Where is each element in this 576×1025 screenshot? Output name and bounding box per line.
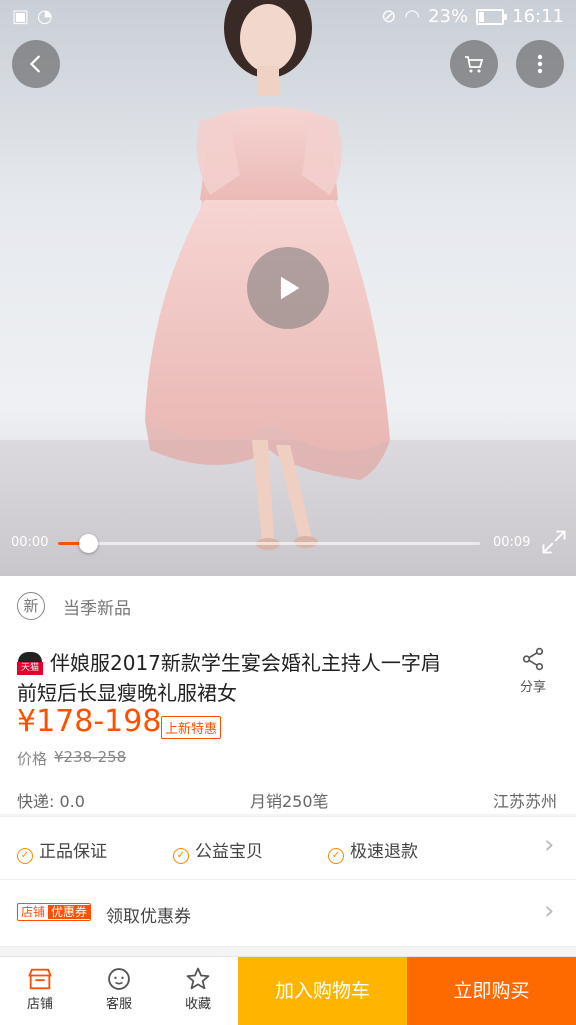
status-bar: ▣ ◔ ⊘ ◠ 23% 16:11 xyxy=(0,0,576,34)
mute-icon: ⊘ xyxy=(381,6,397,27)
chevron-right-icon: › xyxy=(544,830,555,860)
shipping-fee: 快递: 0.0 xyxy=(17,792,85,811)
video-progress-knob[interactable] xyxy=(78,534,98,553)
product-video[interactable]: ▣ ◔ ⊘ ◠ 23% 16:11 00:00 00:09 xyxy=(0,0,576,576)
original-price-label: 价格 xyxy=(17,750,48,768)
video-progress-track[interactable] xyxy=(58,534,480,553)
check-icon: ✓ xyxy=(328,847,344,864)
battery-level xyxy=(479,11,485,22)
store-button[interactable]: 店铺 xyxy=(0,957,80,1025)
chevron-right-icon: › xyxy=(544,896,555,926)
bottom-action-bar: 店铺 客服 收藏 加入购物车 立即购买 xyxy=(0,956,576,1025)
new-season-label: 当季新品 xyxy=(63,599,131,619)
store-label: 店铺 xyxy=(26,997,53,1012)
service-item-authentic: ✓ 正品保证 xyxy=(17,837,107,864)
back-button[interactable] xyxy=(12,40,60,88)
video-duration: 00:09 xyxy=(493,535,531,550)
share-label: 分享 xyxy=(519,680,546,695)
service-guarantees[interactable]: ✓ 正品保证 ✓ 公益宝贝 ✓ 极速退款 › xyxy=(0,816,576,880)
message-notification-icon: ◔ xyxy=(37,6,53,27)
coupon-label: 领取优惠券 xyxy=(106,907,191,927)
product-info: 天猫 伴娘服2017新款学生宴会婚礼主持人一字肩 前短后长显瘦晚礼服裙女 分享 … xyxy=(0,634,576,814)
service-label: 客服 xyxy=(105,997,132,1012)
share-button[interactable]: 分享 xyxy=(510,646,556,700)
promo-tag: 上新特惠 xyxy=(161,716,222,739)
product-title-line2: 前短后长显瘦晚礼服裙女 xyxy=(17,681,237,705)
buy-now-button[interactable]: 立即购买 xyxy=(407,957,576,1025)
coupon-tag-coupon: 优惠券 xyxy=(48,905,91,919)
price: ¥178-198 xyxy=(17,704,162,739)
add-to-cart-button[interactable]: 加入购物车 xyxy=(238,957,407,1025)
wifi-icon: ◠ xyxy=(404,6,421,27)
star-icon xyxy=(186,967,210,990)
more-vertical-icon xyxy=(537,54,543,74)
play-icon xyxy=(280,276,300,300)
service-item-fast-refund: ✓ 极速退款 xyxy=(328,837,418,864)
image-notification-icon: ▣ xyxy=(12,6,30,27)
cart-icon xyxy=(465,56,484,73)
service-item-charity: ✓ 公益宝贝 xyxy=(173,837,263,864)
new-season-row: 新 当季新品 xyxy=(0,576,576,635)
coupon-tag-store: 店铺 xyxy=(21,905,46,919)
cart-button[interactable] xyxy=(450,40,498,88)
chevron-left-icon xyxy=(29,55,40,73)
video-controls: 00:00 00:09 xyxy=(0,528,576,558)
tmall-badge-text: 天猫 xyxy=(17,662,43,675)
fullscreen-icon[interactable] xyxy=(540,528,568,556)
monthly-sales: 月销250笔 xyxy=(250,792,329,811)
favorite-label: 收藏 xyxy=(184,997,211,1012)
coupon-row[interactable]: 店铺 优惠券 领取优惠券 › xyxy=(0,880,576,947)
share-icon xyxy=(522,647,544,671)
battery-percent: 23% xyxy=(428,6,469,27)
coupon-tag: 店铺 优惠券 xyxy=(17,903,92,921)
store-icon xyxy=(28,968,52,990)
shipping-location: 江苏苏州 xyxy=(493,792,558,811)
original-price: ¥238-258 xyxy=(54,748,127,766)
product-title-line1: 伴娘服2017新款学生宴会婚礼主持人一字肩 xyxy=(50,651,441,675)
video-current-time: 00:00 xyxy=(11,535,49,550)
chat-icon xyxy=(108,968,130,990)
new-badge-icon: 新 xyxy=(17,592,45,620)
favorite-button[interactable]: 收藏 xyxy=(158,957,238,1025)
customer-service-button[interactable]: 客服 xyxy=(80,957,158,1025)
play-button[interactable] xyxy=(247,247,329,329)
tmall-icon: 天猫 xyxy=(17,652,43,675)
clock: 16:11 xyxy=(512,6,564,27)
battery-icon xyxy=(476,8,508,25)
more-button[interactable] xyxy=(516,40,564,88)
check-icon: ✓ xyxy=(17,847,33,864)
check-icon: ✓ xyxy=(173,847,189,864)
